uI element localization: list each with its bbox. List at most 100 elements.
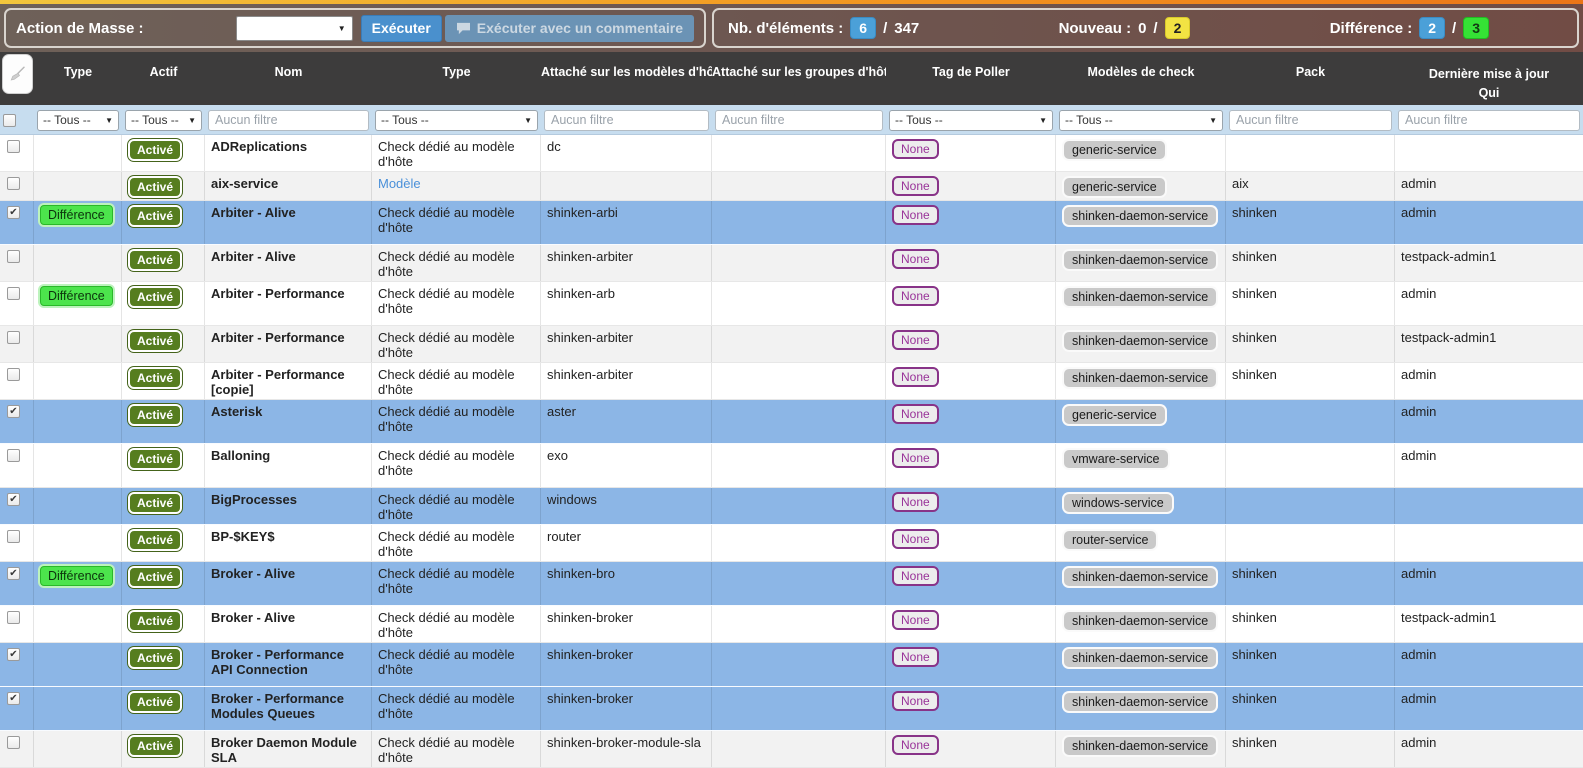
filter-select[interactable]: -- Tous --▼ [125,110,202,131]
row-checkbox[interactable]: ✔ [7,567,20,580]
row-checkbox[interactable] [7,736,20,749]
poller-tag-badge: None [892,176,939,196]
table-row[interactable]: ActivéBroker Daemon Module SLACheck dédi… [0,731,1583,768]
column-header[interactable]: Modèles de check [1056,52,1226,105]
filter-cell [712,105,886,135]
row-checkbox[interactable]: ✔ [7,493,20,506]
table-row[interactable]: DifférenceActivéArbiter - PerformanceChe… [0,282,1583,326]
nom-cell: Arbiter - Performance [205,326,372,362]
column-header[interactable]: Type [372,52,541,105]
poller-tag-cell: None [886,326,1056,362]
elements-selected-badge: 6 [850,17,876,39]
host-template: shinken-broker [547,647,633,662]
nom-cell: Asterisk [205,400,372,443]
column-header[interactable]: Nom [205,52,372,105]
type-badge-cell [34,606,122,642]
service-type-link[interactable]: Modèle [378,176,421,191]
nom-cell: Broker Daemon Module SLA [205,731,372,767]
type-badge-cell [34,245,122,281]
host-template: shinken-broker [547,610,633,625]
filter-input[interactable] [208,110,369,131]
poller-tag-badge: None [892,404,939,424]
row-checkbox[interactable] [7,250,20,263]
row-checkbox[interactable] [7,611,20,624]
active-badge: Activé [128,330,182,352]
row-select-cell [0,326,34,362]
row-checkbox[interactable] [7,140,20,153]
filter-input[interactable] [1398,110,1580,131]
service-name: Arbiter - Performance [211,330,345,345]
row-checkbox[interactable] [7,177,20,190]
service-type: Check dédié au modèle d'hôte [378,610,515,640]
poller-tag-cell: None [886,400,1056,443]
table-row[interactable]: ✔DifférenceActivéArbiter - AliveCheck dé… [0,201,1583,245]
check-icon: ✔ [9,495,17,505]
row-select-cell [0,363,34,399]
mass-action-select[interactable]: ▼ [236,16,353,41]
host-groups-cell [712,172,886,200]
table-row[interactable]: ✔ActivéBigProcessesCheck dédié au modèle… [0,488,1583,525]
table-row[interactable]: Activéaix-serviceModèleNonegeneric-servi… [0,172,1583,201]
filter-select[interactable]: -- Tous --▼ [889,110,1053,131]
type-cell: Check dédié au modèle d'hôte [372,363,541,399]
poller-tag-cell: None [886,363,1056,399]
type-cell: Check dédié au modèle d'hôte [372,731,541,767]
clear-filters-button[interactable] [2,54,33,94]
actif-cell: Activé [122,363,205,399]
host-template: aster [547,404,576,419]
check-template-badge: shinken-daemon-service [1062,330,1218,352]
column-header[interactable]: Type [34,52,122,105]
pack-cell [1226,488,1395,524]
column-header[interactable]: Pack [1226,52,1395,105]
column-header[interactable]: Actif [122,52,205,105]
filter-select[interactable]: -- Tous --▼ [1059,110,1223,131]
filter-input[interactable] [715,110,883,131]
check-template-cell: vmware-service [1056,444,1226,487]
row-checkbox[interactable] [7,449,20,462]
author: admin [1401,647,1436,662]
row-checkbox[interactable] [7,530,20,543]
check-template-badge: shinken-daemon-service [1062,735,1218,757]
table-row[interactable]: Activé Arbiter - Performance Check dédié a… [0,326,1583,363]
row-checkbox[interactable]: ✔ [7,648,20,661]
row-checkbox[interactable]: ✔ [7,405,20,418]
poller-tag-cell: None [886,525,1056,561]
filter-input[interactable] [544,110,709,131]
poller-tag-badge: None [892,492,939,512]
select-all-checkbox[interactable] [3,114,16,127]
column-header-last-update[interactable]: Dernière mise à jourQui [1395,52,1583,105]
author: admin [1401,566,1436,581]
row-checkbox[interactable]: ✔ [7,206,20,219]
table-row[interactable]: ActivéADReplicationsCheck dédié au modèl… [0,135,1583,172]
table-row[interactable]: ✔ActivéBroker - Performance Modules Queu… [0,687,1583,731]
table-row[interactable]: Activé Broker - Alive Check dédié au modèl… [0,606,1583,643]
column-header[interactable]: Attaché sur les groupes d'hôtes [712,52,886,105]
type-badge-cell [34,363,122,399]
table-row[interactable]: ActivéArbiter - AliveCheck dédié au modè… [0,245,1583,282]
row-checkbox[interactable]: ✔ [7,692,20,705]
table-row[interactable]: ✔ActivéAsteriskCheck dédié au modèle d'h… [0,400,1583,444]
filter-select[interactable]: -- Tous --▼ [37,110,119,131]
table-row[interactable]: ActivéArbiter - Performance [copie]Check… [0,363,1583,400]
filter-input[interactable] [1229,110,1392,131]
table-row[interactable]: ✔ActivéBroker - Performance API Connecti… [0,643,1583,687]
row-checkbox[interactable] [7,331,20,344]
active-badge: Activé [128,610,182,632]
column-header[interactable]: Tag de Poller [886,52,1056,105]
table-row[interactable]: ✔DifférenceActivéBroker - AliveCheck déd… [0,562,1583,606]
pack-cell: shinken [1226,201,1395,244]
execute-with-comment-button[interactable]: Exécuter avec un commentaire [445,15,694,42]
row-checkbox[interactable] [7,287,20,300]
type-cell: Check dédié au modèle d'hôte [372,326,541,362]
table-row[interactable]: ActivéBP-$KEY$Check dédié au modèle d'hô… [0,525,1583,562]
poller-tag-cell: None [886,444,1056,487]
row-checkbox[interactable] [7,368,20,381]
author: testpack-admin1 [1401,330,1496,345]
filter-select[interactable]: -- Tous --▼ [375,110,538,131]
execute-button[interactable]: Exécuter [361,15,442,42]
column-header[interactable]: Attaché sur les modèles d'hôte [541,52,712,105]
service-name: Broker - Alive [211,610,295,625]
poller-tag-badge: None [892,691,939,711]
difference-count-group: Différence : 2 / 3 [1330,17,1489,39]
table-row[interactable]: ActivéBalloningCheck dédié au modèle d'h… [0,444,1583,488]
